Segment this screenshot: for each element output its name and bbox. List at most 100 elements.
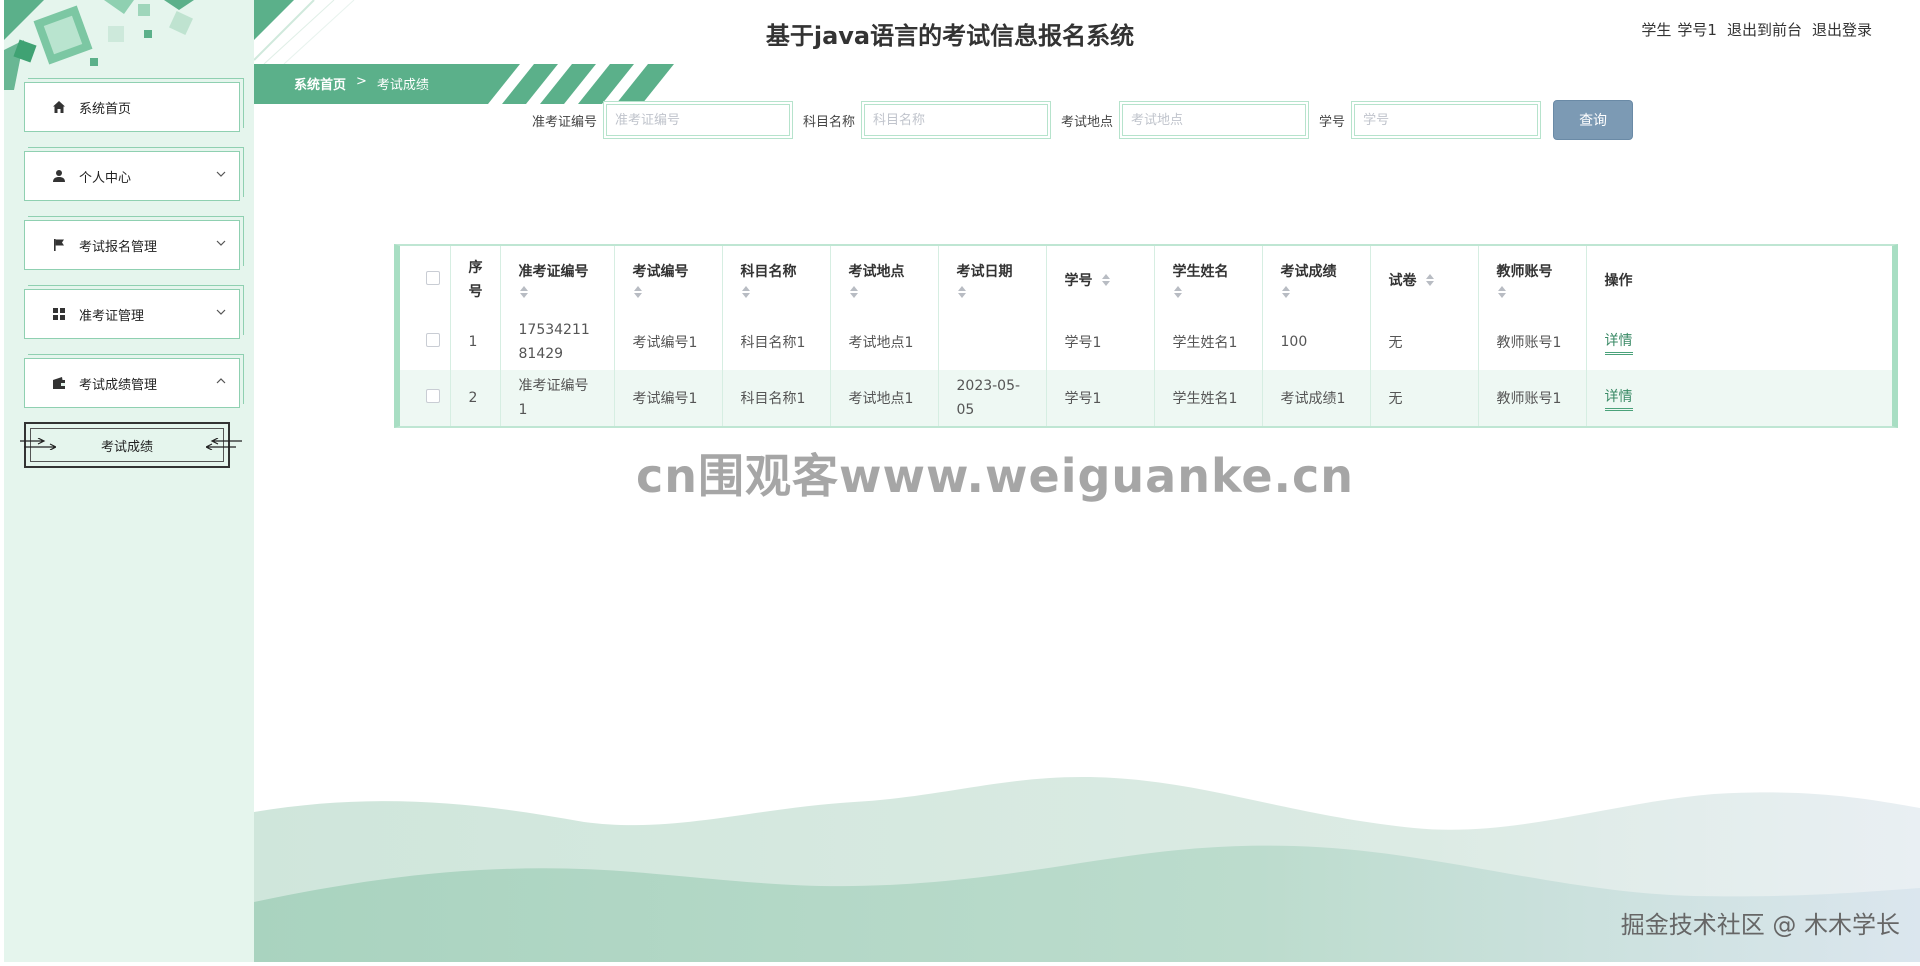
column-header-action: 操作 (1604, 273, 1633, 289)
sidebar-item-label: 考试成绩管理 (79, 377, 158, 393)
sidebar-subitem-exam-score[interactable]: 考试成绩 (20, 422, 242, 468)
flag-icon (51, 237, 67, 253)
cell-score: 100 (1262, 314, 1371, 370)
column-header-exam-no[interactable]: 考试编号 (614, 246, 723, 314)
user-role: 学生 (1641, 21, 1672, 39)
cell-teacher: 教师账号1 (1478, 370, 1587, 426)
sort-icon[interactable] (1101, 273, 1111, 287)
subject-input[interactable] (864, 104, 1049, 136)
row-checkbox[interactable] (426, 333, 440, 347)
detail-button[interactable]: 详情 (1604, 330, 1633, 355)
sort-icon[interactable] (849, 285, 859, 299)
sidebar-item-home[interactable]: 系统首页 (24, 82, 240, 132)
column-header-paper[interactable]: 试卷 (1370, 246, 1479, 314)
cell-location: 考试地点1 (830, 314, 939, 370)
column-header-teacher[interactable]: 教师账号 (1478, 246, 1587, 314)
sort-icon[interactable] (957, 285, 967, 299)
search-form: 准考证编号 科目名称 考试地点 学号 查询 (532, 100, 1634, 140)
sort-icon[interactable] (633, 285, 643, 299)
cell-paper: 无 (1370, 314, 1479, 370)
wallet-icon (51, 375, 67, 391)
cell-teacher: 教师账号1 (1478, 314, 1587, 370)
column-header-student-no[interactable]: 学号 (1046, 246, 1155, 314)
ticket-no-input[interactable] (606, 104, 791, 136)
user-icon (51, 168, 67, 184)
row-select-cell (400, 370, 451, 426)
sidebar-subitem-label: 考试成绩 (100, 439, 153, 455)
cell-ticket-no: 准考证编号1 (500, 370, 615, 426)
search-group-ticket-no: 准考证编号 (532, 101, 794, 139)
column-header-location[interactable]: 考试地点 (830, 246, 939, 314)
sidebar-item-label: 准考证管理 (79, 308, 145, 324)
sort-icon[interactable] (1281, 285, 1291, 299)
student-no-label: 学号 (1319, 114, 1346, 130)
cell-student-no: 学号1 (1046, 314, 1155, 370)
chevron-down-icon (216, 171, 226, 177)
breadcrumb-separator: > (356, 74, 367, 89)
table-header-row: 序号 准考证编号 考试编号 科目名称 考试地点 考试日期 学号 学生姓名 考试成… (400, 246, 1892, 314)
student-no-input[interactable] (1354, 104, 1539, 136)
column-header-subject[interactable]: 科目名称 (722, 246, 831, 314)
sort-icon[interactable] (1173, 285, 1183, 299)
location-label: 考试地点 (1061, 114, 1114, 130)
cell-paper: 无 (1370, 370, 1479, 426)
column-header-student-name[interactable]: 学生姓名 (1154, 246, 1263, 314)
ticket-no-label: 准考证编号 (532, 114, 598, 130)
grid-icon (51, 306, 67, 322)
breadcrumb: 系统首页 > 考试成绩 (294, 74, 429, 93)
user-area: 学生 学号1 退出到前台 退出登录 (1641, 19, 1872, 40)
cell-subject: 科目名称1 (722, 370, 831, 426)
column-header-score[interactable]: 考试成绩 (1262, 246, 1371, 314)
select-all-checkbox[interactable] (426, 271, 440, 285)
sidebar-decoration (4, 0, 194, 90)
sort-icon[interactable] (1497, 285, 1507, 299)
sidebar-item-exam-score-management[interactable]: 考试成绩管理 (24, 358, 240, 408)
search-group-location: 考试地点 (1061, 101, 1310, 139)
arrow-right-left-icon (206, 438, 242, 450)
column-header-date[interactable]: 考试日期 (938, 246, 1047, 314)
cell-student-name: 学生姓名1 (1154, 314, 1263, 370)
cell-date: 2023-05-05 (938, 370, 1047, 426)
credit-text: 掘金技术社区 @ 木木学长 (1620, 911, 1900, 939)
row-select-cell (400, 314, 451, 370)
breadcrumb-home[interactable]: 系统首页 (294, 74, 346, 93)
chevron-up-icon (216, 378, 226, 384)
cell-score: 考试成绩1 (1262, 370, 1371, 426)
exit-to-frontend-link[interactable]: 退出到前台 (1727, 19, 1802, 40)
app-title: 基于java语言的考试信息报名系统 (765, 22, 1135, 50)
cell-subject: 科目名称1 (722, 314, 831, 370)
logout-link[interactable]: 退出登录 (1812, 19, 1872, 40)
cell-location: 考试地点1 (830, 370, 939, 426)
home-icon (51, 99, 67, 115)
cell-index: 1 (450, 314, 501, 370)
location-input[interactable] (1122, 104, 1307, 136)
query-button[interactable]: 查询 (1553, 100, 1634, 140)
column-header-ticket-no[interactable]: 准考证编号 (500, 246, 615, 314)
sidebar-item-label: 系统首页 (79, 101, 132, 117)
sidebar-item-label: 考试报名管理 (79, 239, 158, 255)
sort-icon[interactable] (519, 285, 529, 299)
breadcrumb-current: 考试成绩 (376, 78, 429, 93)
detail-button[interactable]: 详情 (1604, 386, 1633, 411)
sort-icon[interactable] (741, 285, 751, 299)
cell-action: 详情 (1586, 314, 1892, 370)
sidebar: 系统首页 个人中心 考试报名管理 准考证管理 考试成绩管理 考试成绩 (4, 0, 254, 962)
cell-exam-no: 考试编号1 (614, 370, 723, 426)
main-content: 基于java语言的考试信息报名系统 学生 学号1 退出到前台 退出登录 系统首页… (254, 0, 1920, 962)
sidebar-item-label: 个人中心 (79, 170, 132, 186)
row-checkbox[interactable] (426, 389, 440, 403)
sidebar-item-exam-registration[interactable]: 考试报名管理 (24, 220, 240, 270)
cell-exam-no: 考试编号1 (614, 314, 723, 370)
search-group-student-no: 学号 (1319, 101, 1542, 139)
column-header-index: 序号 (450, 246, 501, 314)
cell-student-no: 学号1 (1046, 370, 1155, 426)
sidebar-item-personal-center[interactable]: 个人中心 (24, 151, 240, 201)
cell-date (938, 314, 1047, 370)
table-row: 1 1753421181429 考试编号1 科目名称1 考试地点1 学号1 学生… (400, 314, 1892, 370)
cell-index: 2 (450, 370, 501, 426)
sidebar-item-admission-ticket[interactable]: 准考证管理 (24, 289, 240, 339)
watermark: cn围观客www.weiguanke.cn (636, 449, 1355, 503)
sort-icon[interactable] (1425, 273, 1435, 287)
score-table: 序号 准考证编号 考试编号 科目名称 考试地点 考试日期 学号 学生姓名 考试成… (394, 244, 1898, 428)
arrow-left-right-icon (20, 438, 56, 450)
